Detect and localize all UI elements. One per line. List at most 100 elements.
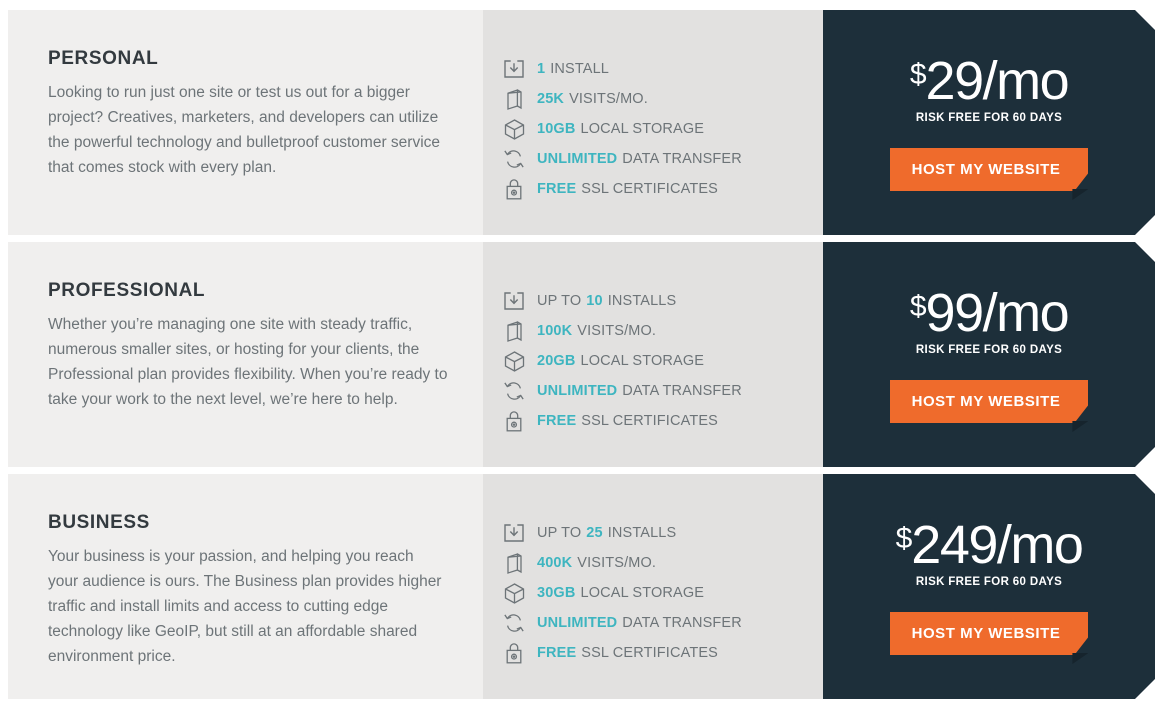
cta-wrapper: HOST MY WEBSITE: [890, 380, 1089, 423]
cta-shadow-fold: [1072, 189, 1088, 200]
feature-item: UNLIMITED DATA TRANSFER: [499, 608, 823, 638]
feature-label: SSL CERTIFICATES: [581, 181, 718, 197]
download-icon: [499, 57, 529, 81]
currency-symbol: $: [895, 522, 912, 555]
plan-description-column: PERSONAL Looking to run just one site or …: [8, 10, 483, 235]
feature-item: 1 INSTALL: [499, 54, 823, 84]
feature-item: FREE SSL CERTIFICATES: [499, 638, 823, 668]
guarantee-text: RISK FREE FOR 60 DAYS: [915, 112, 1063, 124]
download-icon: [499, 521, 529, 545]
lock-icon: [499, 409, 529, 433]
feature-list: UP TO 25 INSTALLS 400K VISITS/MO. 30GB LOCAL S…: [499, 518, 823, 668]
cube-icon: [499, 349, 529, 373]
feature-item: 30GB LOCAL STORAGE: [499, 578, 823, 608]
price-amount: 29/mo: [925, 51, 1069, 111]
feature-label: INSTALL: [550, 61, 610, 77]
feature-label: INSTALLS: [607, 525, 677, 541]
cta-wrapper: HOST MY WEBSITE: [890, 148, 1089, 191]
feature-label: DATA TRANSFER: [622, 151, 742, 167]
plan-description-column: PROFESSIONAL Whether you’re managing one …: [8, 242, 483, 467]
feature-label: VISITS/MO.: [569, 91, 648, 107]
cta-shadow-fold: [1072, 653, 1088, 664]
cta-shadow-fold: [1072, 421, 1088, 432]
feature-label: INSTALLS: [607, 293, 677, 309]
feature-item: UP TO 10 INSTALLS: [499, 286, 823, 316]
price-amount: 249/mo: [911, 515, 1083, 575]
feature-highlight: UNLIMITED: [537, 151, 618, 167]
feature-highlight: 20GB: [537, 353, 576, 369]
feature-label: LOCAL STORAGE: [580, 353, 705, 369]
lock-icon: [499, 177, 529, 201]
host-my-website-button[interactable]: HOST MY WEBSITE: [890, 612, 1089, 655]
feature-label: LOCAL STORAGE: [580, 121, 705, 137]
feature-item: 10GB LOCAL STORAGE: [499, 114, 823, 144]
price-display: $29/mo: [823, 54, 1155, 108]
plan-description: Your business is your passion, and helpi…: [48, 548, 442, 665]
feature-list: UP TO 10 INSTALLS 100K VISITS/MO. 20GB LOCAL S…: [499, 286, 823, 436]
feature-highlight: UNLIMITED: [537, 615, 618, 631]
cube-icon: [499, 117, 529, 141]
cube-icon: [499, 581, 529, 605]
host-my-website-button[interactable]: HOST MY WEBSITE: [890, 148, 1089, 191]
feature-highlight: FREE: [537, 645, 577, 661]
plan-name: PROFESSIONAL: [48, 280, 206, 301]
feature-item: 400K VISITS/MO.: [499, 548, 823, 578]
server-icon: [499, 87, 529, 111]
plan-description: Whether you’re managing one site with st…: [48, 316, 448, 408]
lock-icon: [499, 641, 529, 665]
feature-item: UP TO 25 INSTALLS: [499, 518, 823, 548]
plan-row: BUSINESS Your business is your passion, a…: [8, 474, 1155, 699]
server-icon: [499, 551, 529, 575]
guarantee-text: RISK FREE FOR 60 DAYS: [915, 576, 1063, 588]
feature-highlight: 1: [537, 61, 546, 77]
feature-prefix: UP TO: [537, 525, 582, 541]
feature-item: 25K VISITS/MO.: [499, 84, 823, 114]
feature-label: LOCAL STORAGE: [580, 585, 705, 601]
plan-features-column: UP TO 25 INSTALLS 400K VISITS/MO. 30GB LOCAL S…: [483, 474, 823, 699]
feature-label: SSL CERTIFICATES: [581, 413, 718, 429]
currency-symbol: $: [909, 290, 926, 323]
refresh-icon: [499, 147, 529, 171]
feature-item: FREE SSL CERTIFICATES: [499, 174, 823, 204]
refresh-icon: [499, 611, 529, 635]
plan-price-column: $249/mo RISK FREE FOR 60 DAYS HOST MY WEBS…: [823, 474, 1155, 699]
feature-highlight: 25K: [537, 91, 565, 107]
plan-row: PROFESSIONAL Whether you’re managing one …: [8, 242, 1155, 467]
feature-label: VISITS/MO.: [577, 555, 657, 571]
plan-features-column: 1 INSTALL 25K VISITS/MO. 10GB LOCAL STORAGE UN…: [483, 10, 823, 235]
pricing-table: PERSONAL Looking to run just one site or …: [0, 0, 1155, 713]
feature-highlight: 30GB: [537, 585, 576, 601]
feature-item: 100K VISITS/MO.: [499, 316, 823, 346]
feature-highlight: 25: [586, 525, 603, 541]
feature-label: DATA TRANSFER: [622, 615, 742, 631]
plan-name: PERSONAL: [48, 48, 159, 69]
feature-highlight: UNLIMITED: [537, 383, 618, 399]
feature-label: SSL CERTIFICATES: [581, 645, 718, 661]
plan-price-column: $29/mo RISK FREE FOR 60 DAYS HOST MY WEBSI…: [823, 10, 1155, 235]
feature-item: UNLIMITED DATA TRANSFER: [499, 144, 823, 174]
feature-label: VISITS/MO.: [577, 323, 657, 339]
price-display: $249/mo: [823, 518, 1155, 572]
feature-highlight: 400K: [537, 555, 573, 571]
feature-item: UNLIMITED DATA TRANSFER: [499, 376, 823, 406]
feature-highlight: 100K: [537, 323, 573, 339]
feature-label: DATA TRANSFER: [622, 383, 742, 399]
feature-highlight: 10: [586, 293, 603, 309]
feature-highlight: FREE: [537, 413, 577, 429]
feature-highlight: 10GB: [537, 121, 576, 137]
feature-prefix: UP TO: [537, 293, 582, 309]
price-amount: 99/mo: [925, 283, 1069, 343]
plan-name: BUSINESS: [48, 512, 150, 533]
plan-description-column: BUSINESS Your business is your passion, a…: [8, 474, 483, 699]
cta-wrapper: HOST MY WEBSITE: [890, 612, 1089, 655]
feature-list: 1 INSTALL 25K VISITS/MO. 10GB LOCAL STORAGE UN…: [499, 54, 823, 204]
refresh-icon: [499, 379, 529, 403]
feature-item: FREE SSL CERTIFICATES: [499, 406, 823, 436]
plan-price-column: $99/mo RISK FREE FOR 60 DAYS HOST MY WEBSI…: [823, 242, 1155, 467]
feature-highlight: FREE: [537, 181, 577, 197]
price-display: $99/mo: [823, 286, 1155, 340]
server-icon: [499, 319, 529, 343]
plan-row: PERSONAL Looking to run just one site or …: [8, 10, 1155, 235]
host-my-website-button[interactable]: HOST MY WEBSITE: [890, 380, 1089, 423]
plan-description: Looking to run just one site or test us …: [48, 84, 441, 176]
